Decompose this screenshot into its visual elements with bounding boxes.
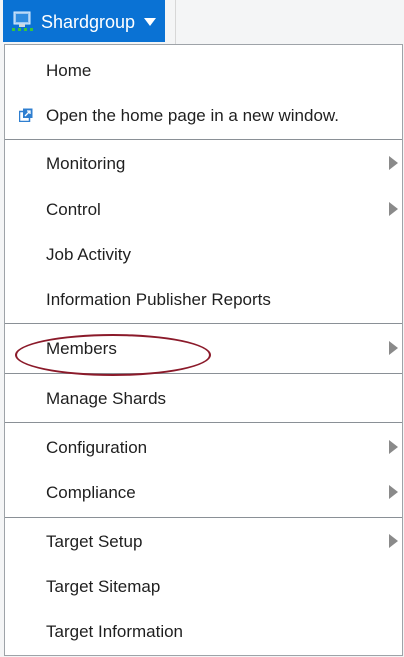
menu-item-information-publisher-reports[interactable]: Information Publisher Reports — [5, 278, 402, 322]
chevron-right-icon — [389, 202, 398, 216]
caret-down-icon — [144, 18, 156, 26]
menu-item-manage-shards[interactable]: Manage Shards — [5, 377, 402, 421]
menu-item-label: Open the home page in a new window. — [46, 106, 339, 125]
menu-item-members[interactable]: Members — [5, 327, 402, 371]
menu-item-label: Monitoring — [46, 154, 126, 173]
menu-item-label: Members — [46, 339, 117, 358]
menu-item-open-home-new-window[interactable]: Open the home page in a new window. — [5, 94, 402, 138]
menu-item-job-activity[interactable]: Job Activity — [5, 233, 402, 277]
menu-item-target-sitemap[interactable]: Target Sitemap — [5, 565, 402, 609]
menu-item-label: Target Sitemap — [46, 577, 161, 596]
menu-item-label: Manage Shards — [46, 389, 167, 408]
menu-item-control[interactable]: Control — [5, 188, 402, 232]
menu-item-label: Home — [46, 61, 92, 80]
menu-item-monitoring[interactable]: Monitoring — [5, 142, 402, 186]
menu-separator — [5, 139, 402, 140]
chevron-right-icon — [389, 440, 398, 454]
page: Shardgroup Home Open the home page in a … — [0, 0, 404, 657]
target-computer-icon — [12, 11, 33, 31]
target-name-label: Shardgroup — [41, 12, 136, 32]
menu-item-label: Target Setup — [46, 532, 143, 551]
menu-item-label: Control — [46, 200, 101, 219]
menu-separator — [5, 373, 402, 374]
chevron-right-icon — [389, 534, 398, 548]
menu-separator — [5, 323, 402, 324]
menu-item-home[interactable]: Home — [5, 49, 402, 93]
toolbar-divider — [175, 0, 176, 44]
menu-item-configuration[interactable]: Configuration — [5, 426, 402, 470]
menu-separator — [5, 422, 402, 423]
chevron-right-icon — [389, 341, 398, 355]
menu-item-target-setup[interactable]: Target Setup — [5, 520, 402, 564]
chevron-right-icon — [389, 485, 398, 499]
chevron-right-icon — [389, 156, 398, 170]
target-dropdown-menu: Home Open the home page in a new window.… — [4, 44, 403, 656]
target-menu-button[interactable]: Shardgroup — [3, 0, 165, 42]
menu-item-label: Job Activity — [46, 245, 132, 264]
menu-item-label: Compliance — [46, 483, 136, 502]
menu-item-label: Information Publisher Reports — [46, 290, 271, 309]
menu-item-compliance[interactable]: Compliance — [5, 471, 402, 515]
menu-separator — [5, 517, 402, 518]
menu-item-target-information[interactable]: Target Information — [5, 610, 402, 654]
menu-item-label: Configuration — [46, 438, 148, 457]
menu-item-label: Target Information — [46, 622, 184, 641]
new-window-icon — [19, 108, 33, 122]
